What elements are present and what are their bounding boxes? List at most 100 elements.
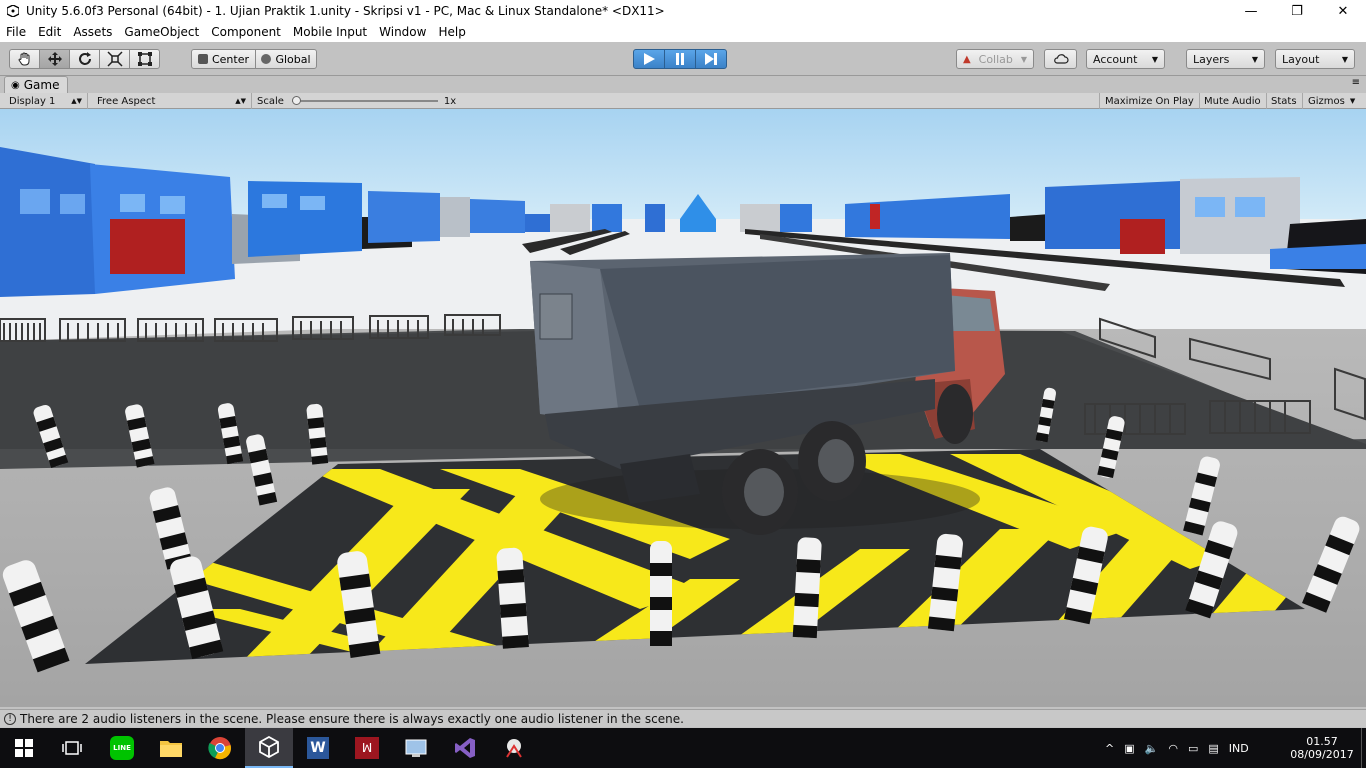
account-label: Account [1093, 52, 1138, 66]
scale-control: Scale 1x [252, 93, 472, 109]
chevron-updown-icon: ▲▼ [235, 97, 246, 105]
chevron-up-icon[interactable]: ^ [1105, 742, 1114, 755]
control-panel-icon[interactable] [392, 728, 440, 768]
cloud-button[interactable] [1044, 49, 1077, 69]
menu-component[interactable]: Component [205, 25, 287, 39]
menu-assets[interactable]: Assets [67, 25, 118, 39]
visual-studio-icon[interactable] [441, 728, 489, 768]
game-scene [0, 109, 1366, 707]
chrome-icon[interactable] [196, 728, 244, 768]
menu-file[interactable]: File [0, 25, 32, 39]
pivot-icon [197, 54, 208, 64]
system-tray: ^ ▣ 🔈 ◠ ▭ ▤ IND [1105, 728, 1249, 768]
play-icon [644, 53, 655, 65]
status-bar[interactable]: ! There are 2 audio listeners in the sce… [0, 709, 1366, 727]
layout-dropdown[interactable]: Layout ▼ [1275, 49, 1355, 69]
status-message: There are 2 audio listeners in the scene… [20, 711, 684, 726]
chevron-updown-icon: ▲▼ [71, 97, 82, 105]
snipping-tool-icon[interactable] [490, 728, 538, 768]
minimize-button[interactable]: — [1228, 0, 1274, 22]
keyboard-icon[interactable]: ▤ [1208, 742, 1218, 755]
windows-taskbar: LINE W ꟽ ^ ▣ 🔈 ◠ ▭ ▤ IND 01.57 08/09/201… [0, 728, 1366, 768]
chevron-down-icon: ▼ [1151, 54, 1158, 64]
display-icon[interactable]: ▣ [1124, 742, 1134, 755]
maximize-button[interactable]: ❐ [1274, 0, 1320, 22]
move-icon[interactable] [39, 49, 70, 69]
pivot-global-button[interactable]: Global [255, 49, 317, 69]
pause-button[interactable] [664, 49, 696, 69]
scale-label: Scale [257, 95, 284, 107]
layers-dropdown[interactable]: Layers ▼ [1186, 49, 1265, 69]
gizmos-dropdown[interactable]: Gizmos ▼ [1303, 93, 1360, 109]
panel-menu-icon[interactable]: ≡ [1352, 77, 1360, 88]
gizmos-label: Gizmos [1308, 95, 1345, 107]
aspect-dropdown[interactable]: Free Aspect ▲▼ [92, 93, 252, 109]
scale-value: 1x [443, 95, 457, 107]
game-viewport[interactable] [0, 109, 1366, 707]
mute-audio-toggle[interactable]: Mute Audio [1199, 93, 1267, 109]
display-label: Display 1 [9, 95, 56, 107]
tab-game[interactable]: ◉ Game [4, 76, 69, 93]
account-dropdown[interactable]: Account ▼ [1086, 49, 1165, 69]
game-tab-strip: ◉ Game ≡ [0, 76, 1366, 93]
scale-slider[interactable] [291, 96, 438, 106]
pivot-center-button[interactable]: Center [191, 49, 256, 69]
menu-window[interactable]: Window [373, 25, 432, 39]
word-icon[interactable]: W [294, 728, 342, 768]
menu-edit[interactable]: Edit [32, 25, 67, 39]
hand-icon[interactable] [9, 49, 40, 69]
menu-mobile-input[interactable]: Mobile Input [287, 25, 373, 39]
scale-icon[interactable] [99, 49, 130, 69]
maximize-on-play-toggle[interactable]: Maximize On Play [1099, 93, 1200, 109]
unity-icon[interactable] [245, 728, 293, 768]
transform-tools [9, 49, 160, 69]
play-controls [633, 49, 727, 69]
warning-icon: ▲ [963, 53, 971, 65]
chevron-down-icon: ▼ [1251, 54, 1258, 64]
window-title: Unity 5.6.0f3 Personal (64bit) - 1. Ujia… [26, 4, 665, 18]
game-view-toolbar: Display 1 ▲▼ Free Aspect ▲▼ Scale 1x Max… [0, 93, 1366, 109]
step-button[interactable] [695, 49, 727, 69]
truck [530, 253, 1005, 535]
wifi-icon[interactable]: ◠ [1168, 742, 1178, 755]
stats-toggle[interactable]: Stats [1266, 93, 1303, 109]
chevron-down-icon: ▼ [1341, 54, 1348, 64]
cloud-icon [1053, 54, 1069, 64]
file-explorer-icon[interactable] [147, 728, 195, 768]
scale-slider-thumb[interactable] [291, 96, 301, 105]
language-indicator[interactable]: IND [1229, 742, 1249, 755]
unity-logo-icon [6, 4, 20, 18]
layout-label: Layout [1282, 52, 1320, 66]
tab-game-label: Game [23, 78, 60, 92]
task-view-icon[interactable] [48, 728, 96, 768]
step-icon [705, 53, 717, 65]
space-label: Global [275, 52, 311, 66]
info-icon: ! [4, 712, 16, 725]
clock[interactable]: 01.57 08/09/2017 [1290, 728, 1354, 768]
pause-icon [676, 53, 684, 65]
close-button[interactable]: ✕ [1320, 0, 1366, 22]
line-app-icon[interactable]: LINE [98, 728, 146, 768]
menu-help[interactable]: Help [432, 25, 471, 39]
main-toolbar: Center Global ▲ Collab ▼ Account ▼ Layer… [0, 42, 1366, 76]
display-dropdown[interactable]: Display 1 ▲▼ [4, 93, 88, 109]
layers-label: Layers [1193, 52, 1230, 66]
mendeley-icon[interactable]: ꟽ [343, 728, 391, 768]
pivot-label: Center [211, 52, 250, 66]
windows-start-icon[interactable] [0, 728, 48, 768]
aspect-label: Free Aspect [97, 95, 156, 107]
battery-icon[interactable]: ▭ [1188, 742, 1198, 755]
pivot-controls: Center Global [191, 49, 317, 69]
rotate-icon[interactable] [69, 49, 100, 69]
clock-date: 08/09/2017 [1290, 748, 1354, 761]
collab-dropdown[interactable]: ▲ Collab ▼ [956, 49, 1034, 69]
collab-label: Collab [978, 52, 1013, 66]
rect-tool-icon[interactable] [129, 49, 160, 69]
volume-icon[interactable]: 🔈 [1145, 742, 1159, 755]
chevron-down-icon: ▼ [1020, 54, 1027, 64]
menu-gameobject[interactable]: GameObject [118, 25, 205, 39]
chevron-down-icon: ▼ [1349, 97, 1356, 105]
menu-bar: File Edit Assets GameObject Component Mo… [0, 22, 1366, 42]
show-desktop-button[interactable] [1361, 728, 1366, 768]
play-button[interactable] [633, 49, 665, 69]
